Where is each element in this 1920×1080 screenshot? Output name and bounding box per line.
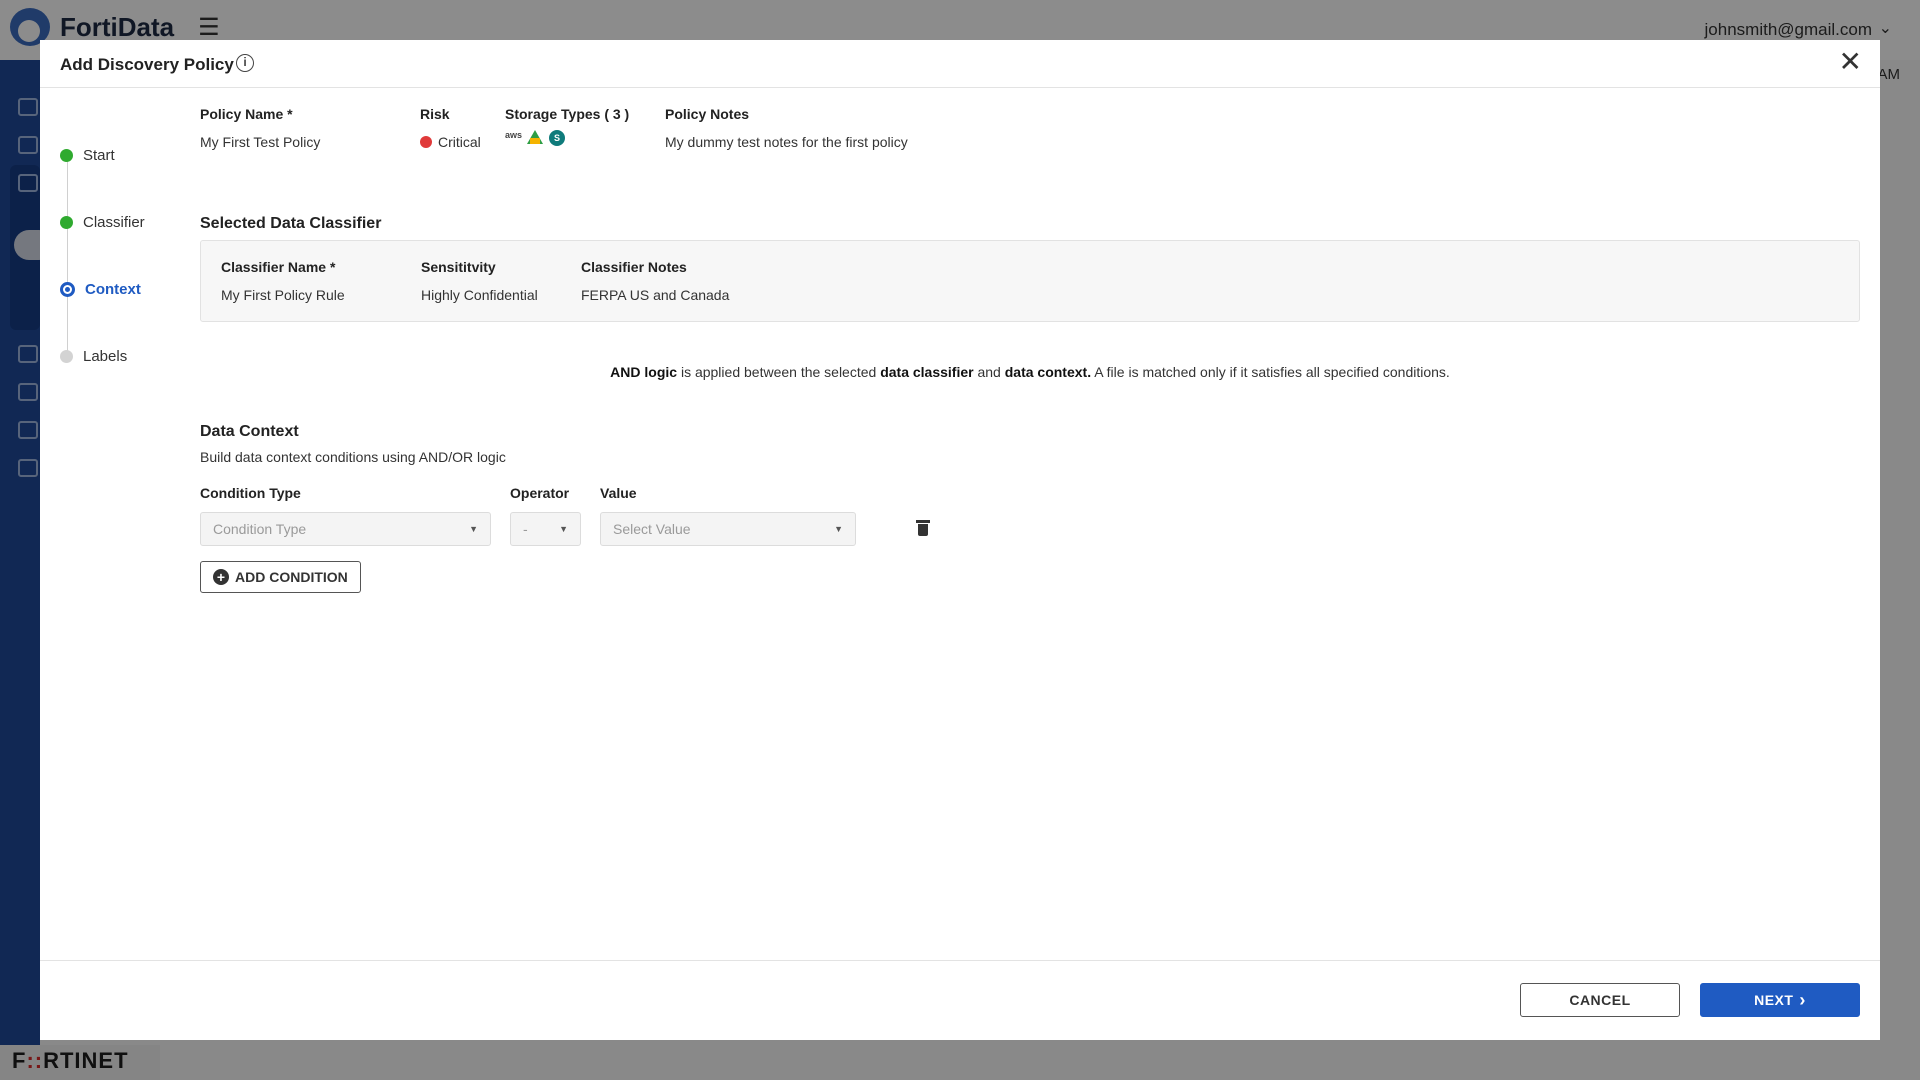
- next-button[interactable]: NEXT ›: [1700, 983, 1860, 1017]
- classifier-name-value: My First Policy Rule: [221, 287, 345, 303]
- storage-types-field: Storage Types ( 3 ) aws S: [505, 106, 629, 146]
- step-label: Labels: [83, 347, 128, 365]
- policy-notes-label: Policy Notes: [665, 106, 750, 122]
- risk-critical-dot-icon: [420, 136, 432, 148]
- add-condition-label: ADD CONDITION: [235, 569, 348, 585]
- value-label: Value: [600, 485, 637, 501]
- step-start[interactable]: Start: [60, 145, 115, 165]
- cancel-label: CANCEL: [1569, 992, 1631, 1008]
- stepper-line: [67, 156, 68, 356]
- step-context[interactable]: Context: [60, 279, 141, 299]
- trash-icon[interactable]: [916, 519, 930, 537]
- step-label: Classifier: [83, 213, 145, 231]
- info-icon[interactable]: i: [236, 54, 254, 72]
- caret-down-icon: ▼: [834, 524, 843, 534]
- operator-placeholder: -: [523, 521, 528, 537]
- classifier-notes-label: Classifier Notes: [581, 259, 687, 275]
- condition-type-placeholder: Condition Type: [213, 521, 307, 537]
- cancel-button[interactable]: CANCEL: [1520, 983, 1680, 1017]
- policy-name-label: Policy Name *: [200, 106, 293, 122]
- sensitivity-label: Sensititvity: [421, 259, 496, 275]
- selected-classifier-title: Selected Data Classifier: [200, 215, 382, 232]
- add-discovery-policy-modal: Add Discovery Policy i ✕ Start Classifie…: [40, 40, 1880, 1040]
- sensitivity-field: Sensititvity Highly Confidential: [421, 259, 538, 303]
- modal-footer: CANCEL NEXT ›: [40, 960, 1880, 1040]
- classifier-name-field: Classifier Name * My First Policy Rule: [221, 259, 345, 303]
- risk-value: Critical: [438, 134, 481, 150]
- step-done-dot-icon: [60, 215, 73, 229]
- and-logic-note: AND logic is applied between the selecte…: [200, 364, 1860, 380]
- policy-notes-value: My dummy test notes for the first policy: [665, 134, 908, 150]
- value-select[interactable]: Select Value ▼: [600, 512, 856, 546]
- caret-down-icon: ▼: [559, 524, 568, 534]
- policy-name-value: My First Test Policy: [200, 134, 321, 150]
- close-icon[interactable]: ✕: [1839, 48, 1862, 76]
- condition-type-label: Condition Type: [200, 485, 301, 501]
- logic-note-text: and: [973, 364, 1005, 380]
- logic-note-text: A file is matched only if it satisfies a…: [1091, 364, 1450, 380]
- data-context-subtitle: Build data context conditions using AND/…: [200, 449, 506, 465]
- step-pending-dot-icon: [60, 349, 73, 363]
- logic-note-text: is applied between the selected: [677, 364, 881, 380]
- step-current-dot-icon: [60, 281, 75, 297]
- data-context-title: Data Context: [200, 423, 299, 440]
- plus-circle-icon: +: [213, 569, 229, 585]
- step-done-dot-icon: [60, 148, 73, 162]
- operator-select[interactable]: - ▼: [510, 512, 581, 546]
- classifier-name-label: Classifier Name *: [221, 259, 336, 275]
- policy-notes-field: Policy Notes My dummy test notes for the…: [665, 106, 908, 150]
- condition-type-select[interactable]: Condition Type ▼: [200, 512, 491, 546]
- sensitivity-value: Highly Confidential: [421, 287, 538, 303]
- operator-label: Operator: [510, 485, 570, 501]
- logic-note-bold: AND logic: [610, 364, 678, 380]
- classifier-notes-field: Classifier Notes FERPA US and Canada: [581, 259, 729, 303]
- sharepoint-icon: S: [549, 130, 565, 146]
- modal-header: Add Discovery Policy i ✕: [40, 40, 1880, 88]
- add-condition-button[interactable]: + ADD CONDITION: [200, 561, 361, 593]
- step-labels[interactable]: Labels: [60, 346, 127, 366]
- selected-classifier-card: Classifier Name * My First Policy Rule S…: [200, 240, 1860, 322]
- logic-note-bold: data classifier: [880, 364, 974, 380]
- chevron-right-icon: ›: [1799, 989, 1806, 1010]
- google-drive-icon: [527, 130, 543, 144]
- classifier-notes-value: FERPA US and Canada: [581, 287, 730, 303]
- caret-down-icon: ▼: [469, 524, 478, 534]
- modal-title: Add Discovery Policy: [60, 55, 234, 74]
- next-label: NEXT: [1754, 992, 1794, 1008]
- policy-summary: Policy Name * My First Test Policy Risk …: [200, 96, 1860, 156]
- risk-field: Risk Critical: [420, 106, 481, 150]
- storage-types-label: Storage Types ( 3 ): [505, 106, 630, 122]
- value-placeholder: Select Value: [613, 521, 691, 537]
- wizard-stepper: Start Classifier Context Labels: [60, 100, 200, 380]
- aws-icon: aws: [505, 130, 523, 140]
- policy-name-field: Policy Name * My First Test Policy: [200, 106, 320, 150]
- logic-note-bold: data context.: [1004, 364, 1092, 380]
- step-label: Start: [83, 146, 115, 164]
- step-label: Context: [85, 280, 141, 298]
- risk-label: Risk: [420, 106, 450, 122]
- step-classifier[interactable]: Classifier: [60, 212, 145, 232]
